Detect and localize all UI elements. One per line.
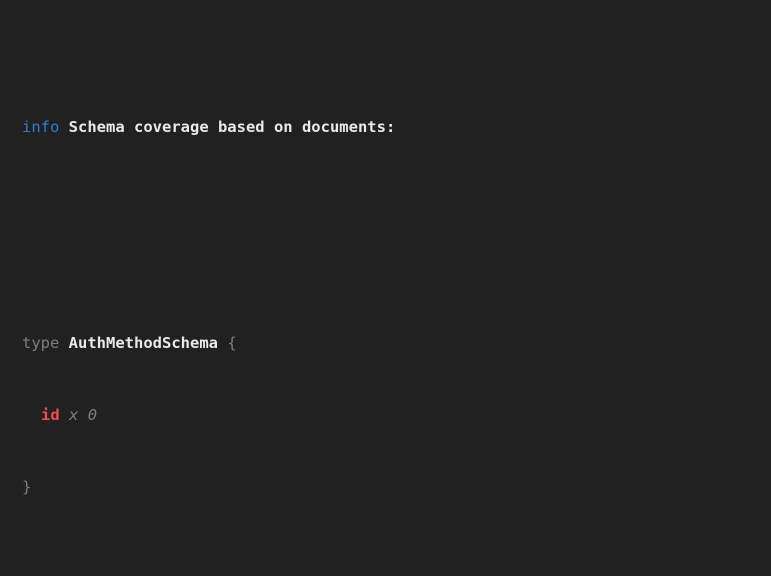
- log-level-label: info: [22, 118, 59, 136]
- blank-line: [22, 211, 761, 235]
- type-name: AuthMethodSchema: [69, 334, 218, 352]
- coverage-header-message: Schema coverage based on documents:: [69, 118, 396, 136]
- times-symbol: x: [69, 406, 78, 424]
- close-brace: }: [22, 478, 31, 496]
- type-declaration: type AuthMethodSchema {: [22, 331, 761, 355]
- blank-line: [22, 571, 761, 576]
- terminal-output[interactable]: info Schema coverage based on documents:…: [0, 0, 771, 576]
- field-row: id x 0: [22, 403, 761, 427]
- type-close-line: }: [22, 475, 761, 499]
- open-brace: {: [227, 334, 236, 352]
- type-keyword: type: [22, 334, 59, 352]
- field-name: id: [41, 406, 60, 424]
- field-hit-count: 0: [88, 406, 97, 424]
- coverage-header-line: info Schema coverage based on documents:: [22, 115, 761, 139]
